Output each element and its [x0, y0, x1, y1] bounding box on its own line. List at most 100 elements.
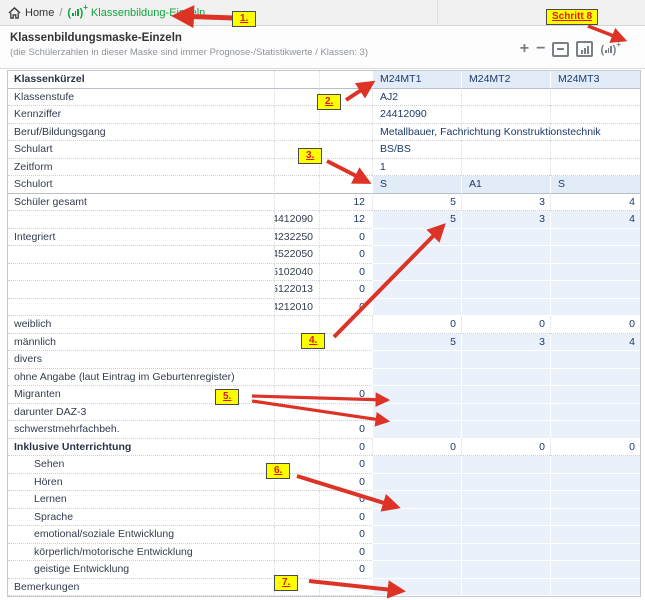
- data-cell[interactable]: 0: [372, 316, 461, 334]
- data-cell[interactable]: [461, 106, 550, 124]
- row-total: 0: [319, 526, 372, 544]
- data-cell: [372, 229, 461, 247]
- row-total: 0: [319, 456, 372, 474]
- row-label: divers: [8, 351, 274, 369]
- data-cell[interactable]: 1: [372, 159, 461, 177]
- table-row: schwerstmehrfachbeh.0: [8, 421, 640, 439]
- row-total: [319, 579, 372, 597]
- row-label: [8, 299, 274, 317]
- row-label: ohne Angabe (laut Eintrag im Geburtenreg…: [8, 369, 274, 387]
- data-cell[interactable]: [461, 141, 550, 159]
- data-cell: [372, 281, 461, 299]
- table-row: darunter DAZ-3: [8, 404, 640, 422]
- data-cell: [461, 299, 550, 317]
- data-cell[interactable]: 4: [550, 194, 640, 212]
- data-cell: 3: [461, 211, 550, 229]
- table-row: Sprache0: [8, 509, 640, 527]
- data-cell: [372, 474, 461, 492]
- row-code: [274, 404, 319, 422]
- row-label: Klassenkürzel: [8, 71, 274, 89]
- zoom-out-icon[interactable]: −: [536, 42, 545, 56]
- row-label: [8, 246, 274, 264]
- table-row: 2441209012534: [8, 211, 640, 229]
- breadcrumb-home[interactable]: Home: [8, 7, 54, 19]
- data-cell[interactable]: 0: [461, 439, 550, 457]
- data-cell[interactable]: Metallbauer, Fachrichtung Konstruktionst…: [372, 124, 461, 142]
- data-cell: [372, 351, 461, 369]
- row-total: [319, 316, 372, 334]
- data-cell[interactable]: BS/BS: [372, 141, 461, 159]
- data-cell[interactable]: 0: [372, 439, 461, 457]
- row-label: Zeitform: [8, 159, 274, 177]
- row-total: 0: [319, 544, 372, 562]
- row-label: Hören: [8, 474, 274, 492]
- data-cell: [550, 299, 640, 317]
- data-cell[interactable]: AJ2: [372, 89, 461, 107]
- data-cell[interactable]: [550, 159, 640, 177]
- data-cell[interactable]: [461, 159, 550, 177]
- data-cell[interactable]: [550, 141, 640, 159]
- breadcrumb-current[interactable]: ()+ Klassenbildung-Einzeln: [67, 7, 205, 19]
- table-row: 251020400: [8, 264, 640, 282]
- row-code: [274, 439, 319, 457]
- annotation-label-schritt8: Schritt 8: [546, 9, 598, 25]
- row-code: [274, 194, 319, 212]
- row-total: 0: [319, 439, 372, 457]
- row-total: 0: [319, 509, 372, 527]
- chart-icon[interactable]: [576, 41, 593, 57]
- row-total: 12: [319, 194, 372, 212]
- class-column-header: S: [372, 176, 461, 194]
- class-column-header: A1: [461, 176, 550, 194]
- row-total: 0: [319, 229, 372, 247]
- row-code: 24522050: [274, 246, 319, 264]
- row-total: 0: [319, 421, 372, 439]
- data-cell[interactable]: 0: [550, 316, 640, 334]
- breadcrumb-current-label: Klassenbildung-Einzeln: [91, 7, 205, 19]
- data-cell[interactable]: [550, 89, 640, 107]
- row-label: geistige Entwicklung: [8, 561, 274, 579]
- data-cell: [461, 404, 550, 422]
- row-code: [274, 351, 319, 369]
- annotation-label-6: 6.: [266, 463, 290, 479]
- row-label: Sehen: [8, 456, 274, 474]
- data-cell[interactable]: [550, 106, 640, 124]
- annotation-label-4: 4.: [301, 333, 325, 349]
- data-cell: [461, 369, 550, 387]
- data-cell: [550, 526, 640, 544]
- data-cell[interactable]: 24412090: [372, 106, 461, 124]
- row-label: emotional/soziale Entwicklung: [8, 526, 274, 544]
- data-cell[interactable]: 5: [372, 194, 461, 212]
- data-cell: [372, 369, 461, 387]
- table-row: emotional/soziale Entwicklung 0: [8, 526, 640, 544]
- add-class-icon[interactable]: ()+: [600, 44, 621, 55]
- data-cell: [550, 351, 640, 369]
- data-cell: [550, 229, 640, 247]
- data-cell: [461, 281, 550, 299]
- table-row: Inklusive Unterrichtung0000: [8, 439, 640, 457]
- data-cell[interactable]: 3: [461, 194, 550, 212]
- row-label: Schulort: [8, 176, 274, 194]
- row-label: Schüler gesamt: [8, 194, 274, 212]
- zoom-in-icon[interactable]: +: [520, 42, 529, 56]
- annotation-label-5: 5.: [215, 389, 239, 405]
- row-code: [274, 421, 319, 439]
- data-cell[interactable]: 0: [461, 316, 550, 334]
- row-label: männlich: [8, 334, 274, 352]
- data-cell: [461, 386, 550, 404]
- table-row: geistige Entwicklung0: [8, 561, 640, 579]
- row-code: 34212010: [274, 299, 319, 317]
- data-cell: [550, 281, 640, 299]
- row-label: [8, 281, 274, 299]
- data-cell: [550, 421, 640, 439]
- data-cell: [461, 579, 550, 597]
- row-label: Klassenstufe: [8, 89, 274, 107]
- data-cell: [461, 246, 550, 264]
- collapse-icon[interactable]: [552, 42, 569, 57]
- row-code: [274, 509, 319, 527]
- data-cell[interactable]: 0: [550, 439, 640, 457]
- data-cell: [550, 491, 640, 509]
- data-cell: [461, 229, 550, 247]
- row-total: 0: [319, 474, 372, 492]
- data-cell[interactable]: [461, 89, 550, 107]
- row-total: 0: [319, 281, 372, 299]
